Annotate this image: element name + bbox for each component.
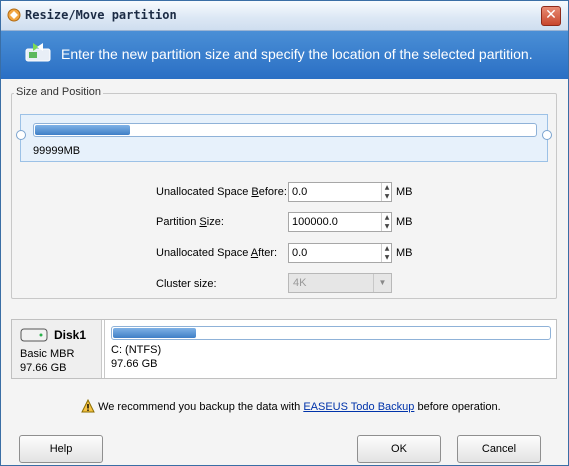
todo-backup-link[interactable]: EASEUS Todo Backup bbox=[303, 401, 414, 413]
hard-disk-icon bbox=[20, 328, 48, 342]
cluster-size-select[interactable]: 4K ▼ bbox=[288, 273, 392, 293]
window-title: Resize/Move partition bbox=[25, 8, 177, 22]
increment-icon[interactable]: ▲ bbox=[382, 244, 392, 253]
size-position-group: Size and Position 99999MB Unallocated Sp… bbox=[11, 86, 557, 299]
unallocated-after-input[interactable] bbox=[289, 244, 381, 262]
resize-move-dialog: Resize/Move partition ✕ Enter the new pa… bbox=[0, 0, 569, 466]
disk-type: Basic MBR bbox=[20, 348, 75, 360]
decrement-icon[interactable]: ▼ bbox=[382, 192, 392, 201]
warning-text: We recommend you backup the data with bbox=[98, 401, 304, 413]
disk-size: 97.66 GB bbox=[20, 362, 67, 374]
unallocated-after-stepper[interactable]: ▲▼ bbox=[288, 243, 392, 263]
decrement-icon[interactable]: ▼ bbox=[382, 222, 392, 231]
warning-text-end: before operation. bbox=[414, 401, 501, 413]
increment-icon[interactable]: ▲ bbox=[382, 183, 392, 192]
increment-icon[interactable]: ▲ bbox=[382, 213, 392, 222]
ok-button[interactable]: OK bbox=[357, 435, 441, 463]
unallocated-after-label: Unallocated Space After: bbox=[156, 247, 278, 259]
disk-name: Disk1 bbox=[54, 328, 87, 342]
disk-partition-bar bbox=[111, 326, 551, 340]
partition-size-input[interactable] bbox=[289, 213, 381, 231]
disk-info: Disk1 Basic MBR 97.66 GB bbox=[12, 320, 102, 378]
decrement-icon[interactable]: ▼ bbox=[382, 253, 392, 262]
unit-label: MB bbox=[396, 216, 413, 228]
cancel-button[interactable]: Cancel bbox=[457, 435, 541, 463]
group-label: Size and Position bbox=[14, 86, 103, 98]
resize-partition-icon bbox=[25, 43, 51, 62]
partition-bar[interactable] bbox=[33, 123, 537, 137]
partition-layout-box[interactable]: 99999MB bbox=[20, 114, 548, 162]
header-banner: Enter the new partition size and specify… bbox=[1, 31, 568, 79]
warning-icon bbox=[81, 399, 95, 413]
backup-warning: We recommend you backup the data with EA… bbox=[81, 399, 501, 415]
partition-size-label: Partition Size: bbox=[156, 216, 224, 228]
disk-partition-c[interactable]: C: (NTFS) 97.66 GB bbox=[104, 320, 556, 378]
disk-partition-label: C: (NTFS) bbox=[111, 344, 162, 356]
disk-panel: Disk1 Basic MBR 97.66 GB C: (NTFS) 97.66… bbox=[11, 319, 557, 379]
left-resize-handle[interactable] bbox=[16, 130, 26, 140]
partition-size-stepper[interactable]: ▲▼ bbox=[288, 212, 392, 232]
right-resize-handle[interactable] bbox=[542, 130, 552, 140]
dialog-content: Size and Position 99999MB Unallocated Sp… bbox=[1, 79, 568, 465]
unit-label: MB bbox=[396, 247, 413, 259]
close-button[interactable]: ✕ bbox=[541, 6, 561, 26]
partition-bar-fill bbox=[35, 125, 131, 135]
partition-size-text: 99999MB bbox=[33, 145, 81, 157]
unallocated-before-stepper[interactable]: ▲▼ bbox=[288, 182, 392, 202]
help-button[interactable]: Help bbox=[19, 435, 103, 463]
disk-partition-bar-fill bbox=[113, 328, 197, 338]
title-bar[interactable]: Resize/Move partition ✕ bbox=[1, 1, 568, 31]
unallocated-before-label: Unallocated Space Before: bbox=[156, 186, 287, 198]
cluster-size-value: 4K bbox=[293, 277, 307, 289]
cluster-size-label: Cluster size: bbox=[156, 278, 217, 290]
unit-label: MB bbox=[396, 186, 413, 198]
disk-partition-size: 97.66 GB bbox=[111, 358, 158, 370]
app-icon bbox=[7, 8, 21, 22]
chevron-down-icon[interactable]: ▼ bbox=[373, 274, 391, 292]
unallocated-before-input[interactable] bbox=[289, 183, 381, 201]
banner-text: Enter the new partition size and specify… bbox=[61, 46, 533, 62]
